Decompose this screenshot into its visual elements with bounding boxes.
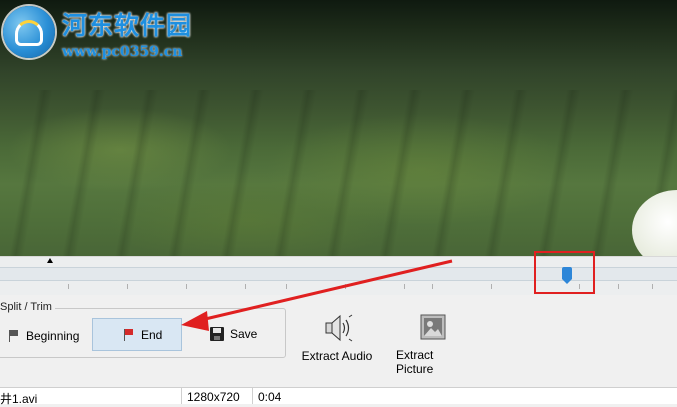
save-button-label: Save	[230, 327, 258, 341]
extract-audio-button[interactable]: Extract Audio	[300, 312, 374, 363]
beginning-button-label: Beginning	[26, 329, 80, 343]
watermark-logo-icon	[3, 6, 55, 58]
preview-grass	[0, 90, 677, 256]
save-button[interactable]: Save	[204, 318, 276, 350]
extract-picture-button[interactable]: Extract Picture	[396, 312, 470, 376]
split-trim-label: Split / Trim	[0, 301, 55, 313]
file-name-cell: 井1.avi	[0, 392, 38, 406]
floppy-disk-icon	[210, 327, 224, 341]
extract-audio-label: Extract Audio	[301, 349, 373, 363]
watermark-title: 河东软件园	[62, 11, 193, 40]
start-marker-icon[interactable]	[47, 258, 53, 263]
picture-icon	[420, 314, 446, 340]
file-list-row[interactable]: 井1.avi 1280x720 0:04	[0, 387, 677, 406]
beginning-button[interactable]: Beginning	[2, 320, 88, 352]
flag-gray-icon	[8, 330, 20, 342]
watermark: 河东软件园 www.pc0359.cn	[0, 0, 210, 64]
file-resolution-cell: 1280x720	[187, 390, 240, 404]
flag-red-icon	[123, 328, 135, 341]
playhead-highlight-box	[534, 251, 595, 294]
extract-picture-label: Extract Picture	[396, 348, 434, 376]
end-button-label: End	[141, 327, 163, 342]
file-duration-cell: 0:04	[258, 390, 282, 404]
end-button[interactable]: End	[92, 318, 182, 351]
speaker-icon	[325, 314, 353, 342]
watermark-url: www.pc0359.cn	[62, 44, 183, 60]
